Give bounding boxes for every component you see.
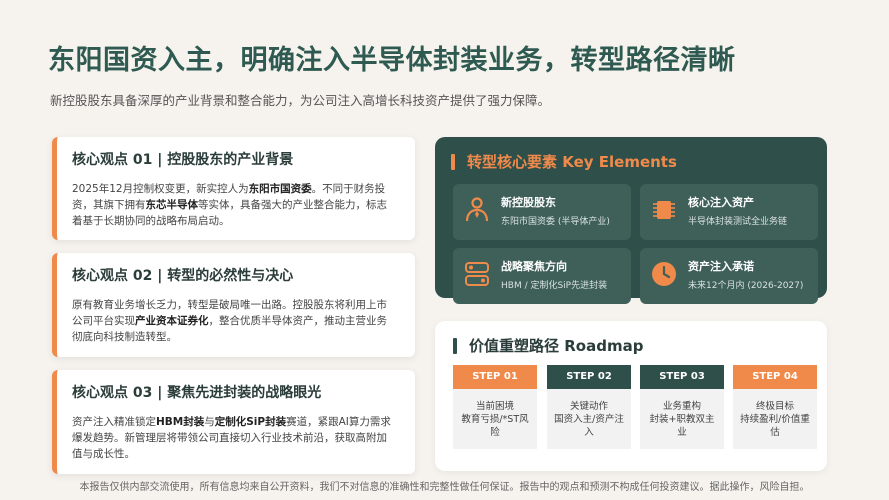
step-label: STEP 02 xyxy=(547,365,631,389)
page-subtitle: 新控股股东具备深厚的产业背景和整合能力，为公司注入高增长科技资产提供了强力保障。 xyxy=(50,93,551,108)
element-strategy-focus: 战略聚焦方向 HBM / 定制化SiP先进封装 xyxy=(453,248,631,304)
strategy-icon xyxy=(465,262,489,286)
step-label: STEP 01 xyxy=(453,365,537,389)
element-desc: 半导体封装测试全业务链 xyxy=(688,217,788,227)
element-title: 核心注入资产 xyxy=(688,196,754,209)
page-title: 东阳国资入主，明确注入半导体封装业务，转型路径清晰 xyxy=(48,45,736,76)
step-text: 关键动作 国资入主/资产注入 xyxy=(547,389,631,449)
roadmap-step-02: STEP 02 关键动作 国资入主/资产注入 xyxy=(547,365,631,449)
card-heading: 核心观点 01 | 控股股东的产业背景 xyxy=(72,152,294,168)
clock-icon xyxy=(652,262,676,286)
viewpoint-card-03: 核心观点 03 | 聚焦先进封装的战略眼光 资产注入精准锁定HBM封装与定制化S… xyxy=(52,370,415,474)
highlight-text: HBM封装 xyxy=(156,416,205,428)
key-elements-title: 转型核心要素 Key Elements xyxy=(467,153,677,171)
card-body: 原有教育业务增长乏力，转型是破局唯一出路。控股股东将利用上市公司平台实现产业资本… xyxy=(72,297,397,345)
roadmap-step-01: STEP 01 当前困境 教育亏损/*ST风险 xyxy=(453,365,537,449)
roadmap-step-03: STEP 03 业务重构 封装+职教双主业 xyxy=(640,365,724,449)
step-label: STEP 03 xyxy=(640,365,724,389)
card-body: 2025年12月控制权变更，新实控人为东阳市国资委。不同于财务投资，其旗下拥有东… xyxy=(72,181,397,229)
card-heading: 核心观点 02 | 转型的必然性与决心 xyxy=(72,268,294,284)
step-text: 当前困境 教育亏损/*ST风险 xyxy=(453,389,537,449)
element-title: 资产注入承诺 xyxy=(688,260,754,273)
card-heading: 核心观点 03 | 聚焦先进封装的战略眼光 xyxy=(72,385,322,401)
viewpoint-card-01: 核心观点 01 | 控股股东的产业背景 2025年12月控制权变更，新实控人为东… xyxy=(52,137,415,240)
step-text: 业务重构 封装+职教双主业 xyxy=(640,389,724,449)
highlight-text: 产业资本证券化 xyxy=(135,315,209,327)
body-text: 与 xyxy=(204,416,215,428)
element-title: 战略聚焦方向 xyxy=(501,260,567,273)
highlight-text: 东阳市国资委 xyxy=(248,183,312,195)
key-elements-panel: 转型核心要素 Key Elements 新控股股东 东阳市国资委 (半导体产业) xyxy=(435,137,827,304)
highlight-text: 定制化SiP封装 xyxy=(214,416,287,428)
roadmap-panel: 价值重塑路径 Roadmap STEP 01 当前困境 教育亏损/*ST风险 ST… xyxy=(435,321,827,471)
element-desc: 未来12个月内 (2026-2027) xyxy=(688,281,804,291)
roadmap-title: 价值重塑路径 Roadmap xyxy=(469,337,644,355)
step-label: STEP 04 xyxy=(733,365,817,389)
element-title: 新控股股东 xyxy=(501,196,556,209)
element-new-shareholder: 新控股股东 东阳市国资委 (半导体产业) xyxy=(453,184,631,240)
body-text: 资产注入精准锁定 xyxy=(72,416,156,428)
key-elements-header: 转型核心要素 Key Elements xyxy=(451,151,811,172)
body-text: 2025年12月控制权变更，新实控人为 xyxy=(72,183,249,195)
element-asset-commitment: 资产注入承诺 未来12个月内 (2026-2027) xyxy=(640,248,818,304)
person-icon xyxy=(465,197,489,222)
element-core-asset: 核心注入资产 半导体封装测试全业务链 xyxy=(640,184,818,240)
accent-bar xyxy=(451,153,455,170)
accent-bar xyxy=(453,337,457,354)
roadmap-step-04: STEP 04 终极目标 持续盈利/价值重估 xyxy=(733,365,817,449)
chip-icon xyxy=(653,201,675,219)
element-desc: 东阳市国资委 (半导体产业) xyxy=(501,217,610,227)
viewpoint-card-02: 核心观点 02 | 转型的必然性与决心 原有教育业务增长乏力，转型是破局唯一出路… xyxy=(52,253,415,357)
disclaimer-footer: 本报告仅供内部交流使用，所有信息均来自公开资料，我们不对信息的准确性和完整性做任… xyxy=(79,482,810,493)
highlight-text: 东芯半导体 xyxy=(145,199,199,211)
card-body: 资产注入精准锁定HBM封装与定制化SiP封装赛道，紧跟AI算力需求爆发趋势。新管… xyxy=(72,414,397,462)
roadmap-header: 价值重塑路径 Roadmap xyxy=(453,335,811,356)
element-desc: HBM / 定制化SiP先进封装 xyxy=(501,281,608,291)
step-text: 终极目标 持续盈利/价值重估 xyxy=(733,389,817,449)
